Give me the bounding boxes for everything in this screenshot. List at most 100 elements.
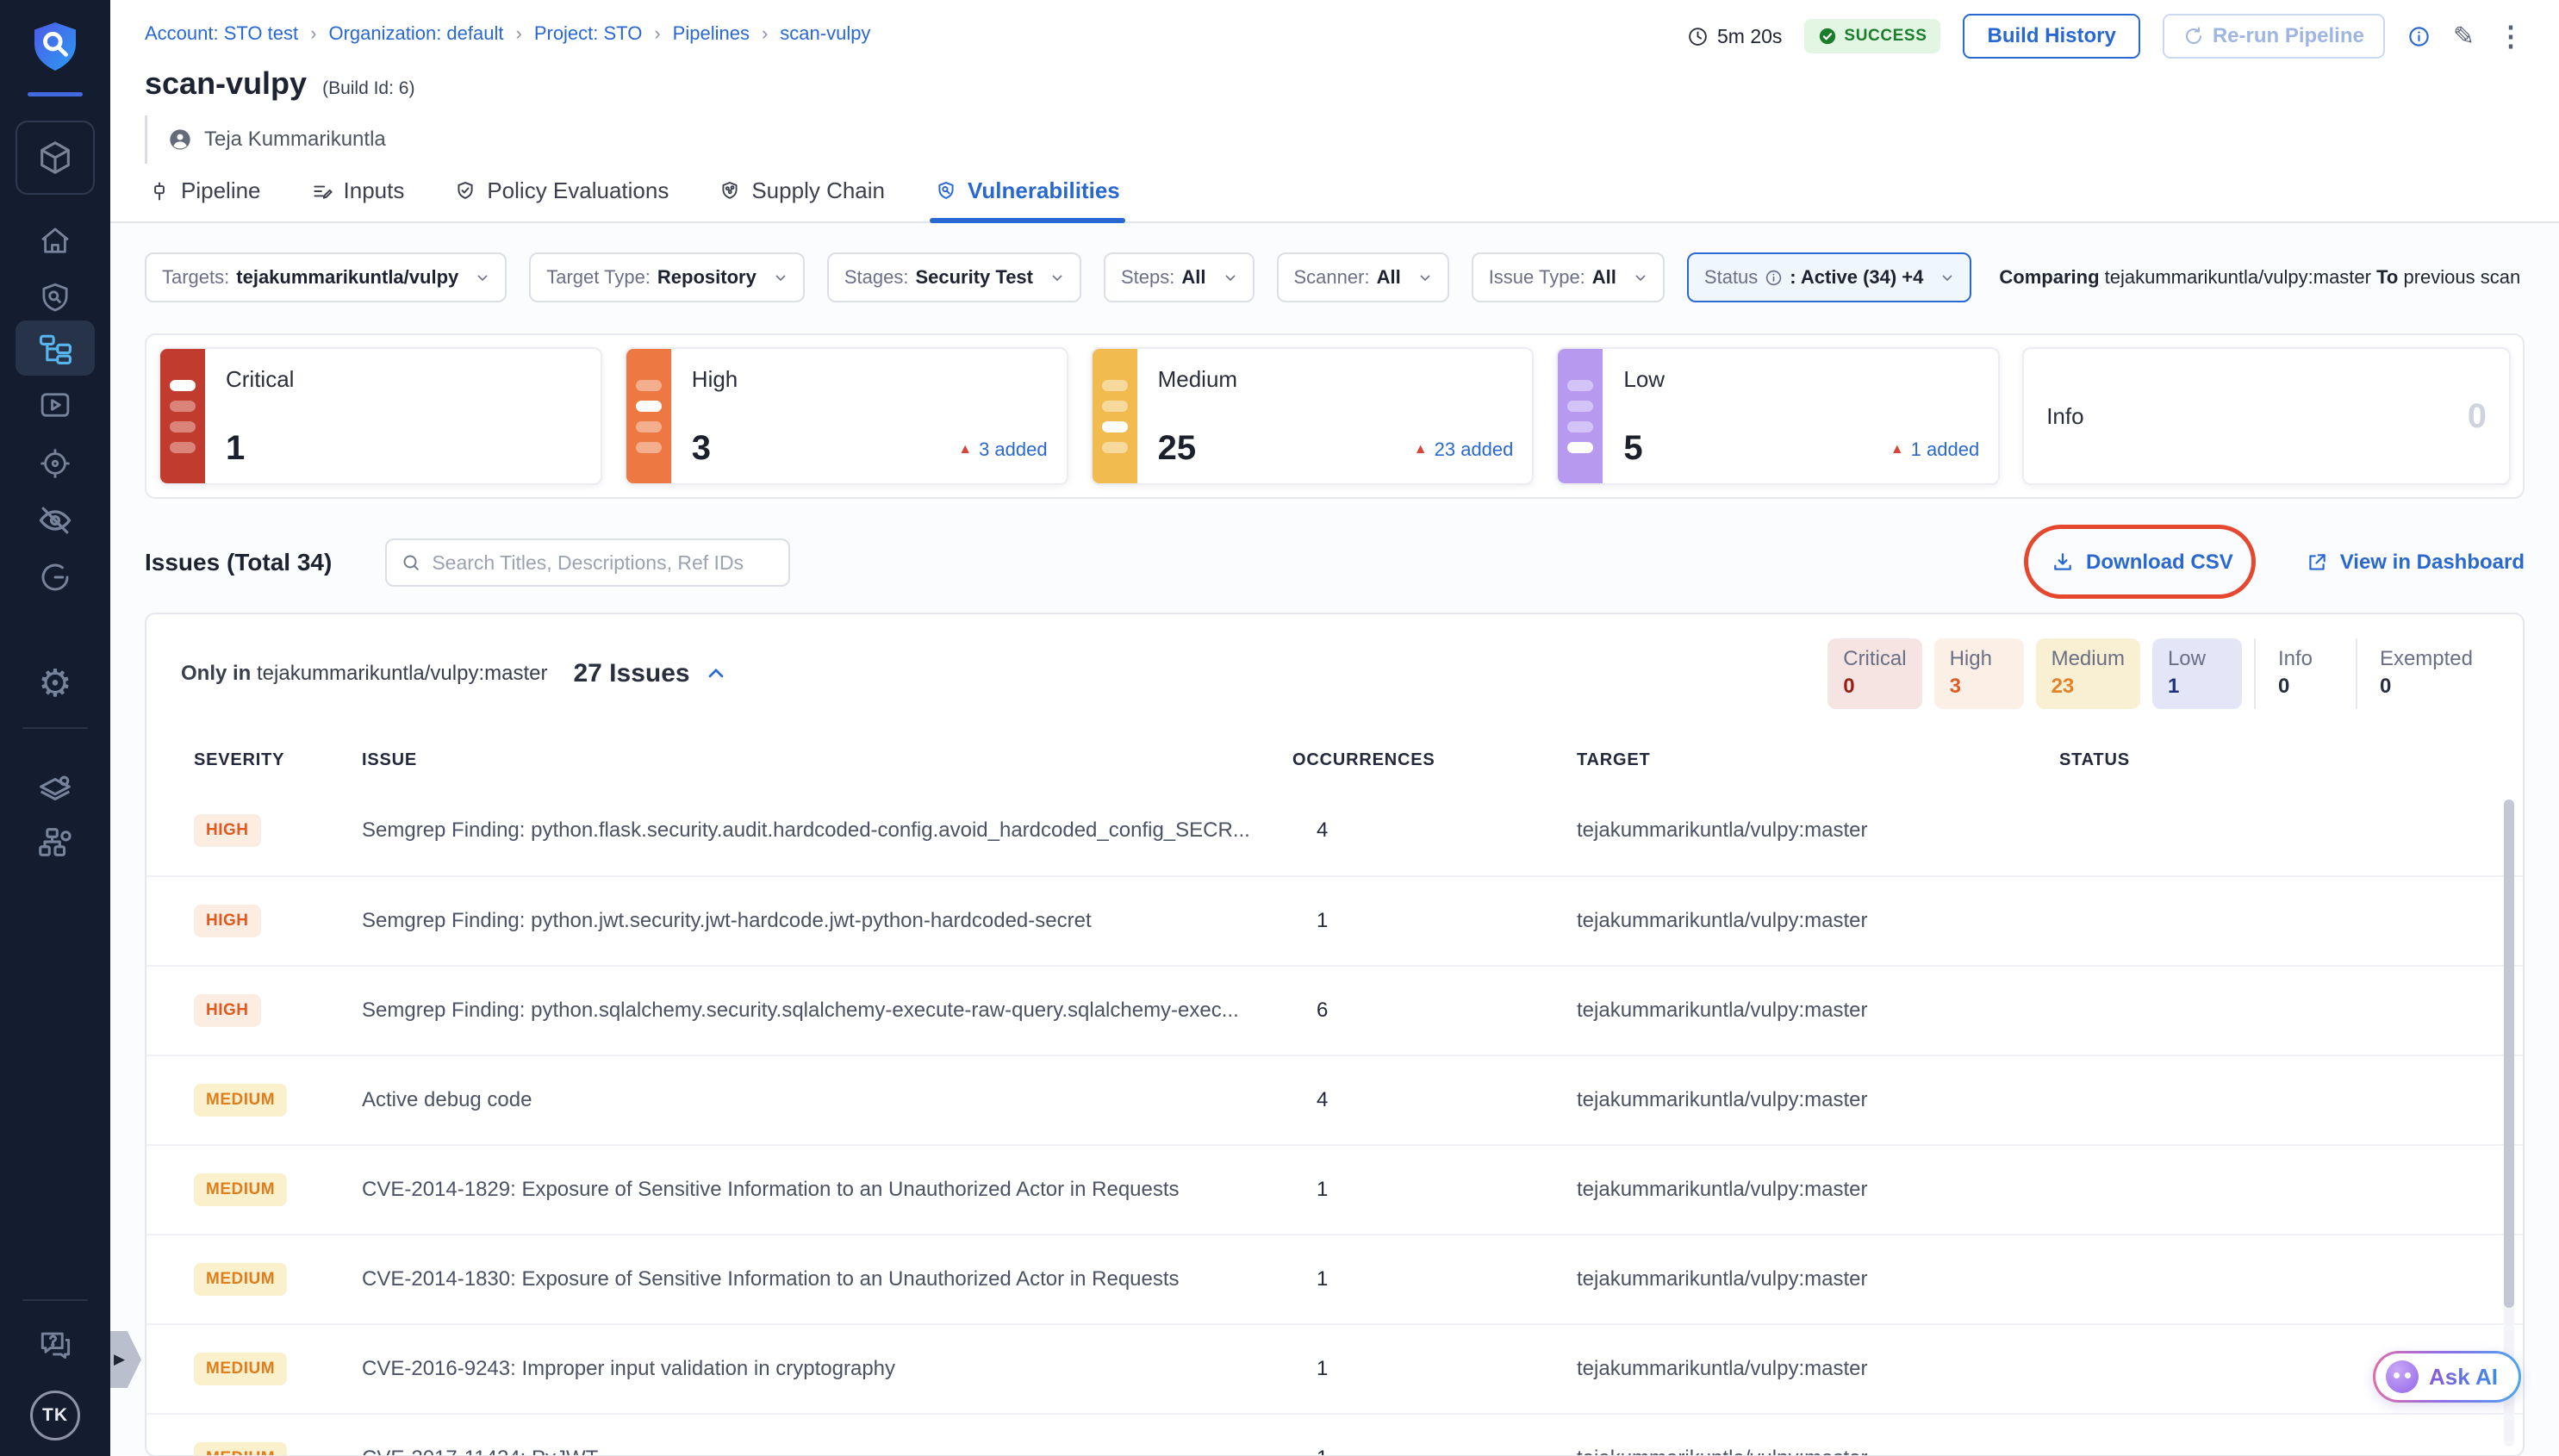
- added-indicator: ▲1 added: [1890, 439, 1979, 461]
- filter-value: All: [1181, 266, 1205, 289]
- card-label: Info: [2046, 403, 2083, 430]
- triangle-up-icon: ▲: [1414, 442, 1428, 457]
- sidebar-item-delegates[interactable]: [16, 820, 95, 865]
- home-icon: [37, 223, 73, 259]
- severity-chips: Critical 0 High 3 Medium 23 Low: [1827, 638, 2488, 709]
- severity-badge: MEDIUM: [194, 1442, 287, 1456]
- info-button[interactable]: [2407, 25, 2431, 48]
- chevron-down-icon: [772, 269, 789, 286]
- chip-label: High: [1950, 647, 2008, 671]
- table-row[interactable]: HIGH Semgrep Finding: python.flask.secur…: [146, 786, 2523, 875]
- filter-label: Issue Type:: [1489, 266, 1585, 289]
- breadcrumb-current[interactable]: scan-vulpy: [780, 22, 870, 45]
- view-in-dashboard-button[interactable]: View in Dashboard: [2306, 551, 2525, 575]
- collapse-group-button[interactable]: [704, 662, 728, 686]
- download-csv-button[interactable]: Download CSV: [2052, 551, 2233, 575]
- chip-exempted: Exempted 0: [2356, 638, 2488, 709]
- chip-medium: Medium 23: [2036, 638, 2140, 709]
- col-severity: SEVERITY: [194, 750, 362, 770]
- build-header: Account: STO test › Organization: defaul…: [110, 0, 2559, 164]
- filter-targets[interactable]: Targets: tejakummarikuntla/vulpy: [145, 252, 507, 302]
- occurrences-count: 1: [1292, 1357, 1577, 1381]
- sidebar-item-executions[interactable]: [16, 383, 95, 427]
- filter-issue-type[interactable]: Issue Type: All: [1472, 252, 1665, 302]
- chevron-down-icon: [1049, 269, 1066, 286]
- target-name: tejakummarikuntla/vulpy:master: [1577, 1357, 2059, 1381]
- filter-target-type[interactable]: Target Type: Repository: [529, 252, 805, 302]
- breadcrumb-project[interactable]: Project: STO: [534, 22, 643, 45]
- rerun-pipeline-button[interactable]: Re-run Pipeline: [2163, 14, 2385, 59]
- filter-scanner[interactable]: Scanner: All: [1277, 252, 1449, 302]
- table-row[interactable]: MEDIUM CVE-2017-11424: PyJWT... 1 tejaku…: [146, 1413, 2523, 1456]
- expand-arrow-icon: ▶: [114, 1351, 125, 1368]
- medium-strip-icon: [1093, 349, 1137, 483]
- shield-search-icon: [37, 280, 73, 316]
- sidebar-item-help[interactable]: [16, 1322, 95, 1366]
- sidebar-item-default-settings[interactable]: [16, 767, 95, 812]
- table-row[interactable]: MEDIUM CVE-2014-1829: Exposure of Sensit…: [146, 1144, 2523, 1234]
- filter-status[interactable]: Status : Active (34) +4: [1687, 252, 1971, 302]
- occurrences-count: 1: [1292, 909, 1577, 933]
- target-name: tejakummarikuntla/vulpy:master: [1577, 818, 2059, 843]
- filter-steps[interactable]: Steps: All: [1104, 252, 1255, 302]
- issues-search[interactable]: [385, 538, 790, 587]
- breadcrumb-pipelines[interactable]: Pipelines: [673, 22, 750, 45]
- filter-stages[interactable]: Stages: Security Test: [827, 252, 1081, 302]
- chip-label: Exempted: [2380, 647, 2473, 671]
- breadcrumb-account[interactable]: Account: STO test: [145, 22, 298, 45]
- author-name: Teja Kummarikuntla: [204, 128, 386, 152]
- filter-value: Security Test: [915, 266, 1033, 289]
- high-strip-icon: [626, 349, 671, 483]
- table-row[interactable]: HIGH Semgrep Finding: python.jwt.securit…: [146, 875, 2523, 965]
- sidebar-item-baselines[interactable]: [16, 498, 95, 543]
- view-in-dashboard-label: View in Dashboard: [2340, 551, 2525, 575]
- tab-inputs[interactable]: Inputs: [311, 177, 405, 221]
- table-row[interactable]: MEDIUM CVE-2014-1830: Exposure of Sensit…: [146, 1234, 2523, 1323]
- table-row[interactable]: MEDIUM Active debug code 4 tejakummariku…: [146, 1055, 2523, 1144]
- sidebar-divider-bottom: [22, 1299, 88, 1301]
- breadcrumb-separator: ›: [654, 22, 660, 45]
- tab-policy-evaluations[interactable]: Policy Evaluations: [454, 177, 669, 221]
- tab-supply-chain[interactable]: Supply Chain: [719, 177, 885, 221]
- low-card[interactable]: Low 5 ▲1 added: [1556, 347, 2000, 485]
- sidebar-item-token[interactable]: [16, 555, 95, 600]
- user-avatar[interactable]: TK: [30, 1391, 80, 1440]
- search-input[interactable]: [432, 551, 775, 575]
- severity-badge: MEDIUM: [194, 1263, 287, 1296]
- sidebar-item-targets[interactable]: [16, 441, 95, 486]
- ask-ai-button[interactable]: Ask AI: [2373, 1351, 2521, 1403]
- occurrences-count: 1: [1292, 1447, 1577, 1456]
- module-switcher-button[interactable]: [16, 121, 95, 195]
- sidebar-item-overview[interactable]: [16, 276, 95, 320]
- layers-gear-icon: [35, 769, 75, 809]
- ask-ai-label: Ask AI: [2429, 1364, 2498, 1391]
- sidebar-item-pipelines[interactable]: [16, 320, 95, 376]
- comparing-target: tejakummarikuntla/vulpy:master: [2105, 266, 2371, 288]
- supply-chain-shield-icon: [719, 180, 741, 202]
- high-card[interactable]: High 3 ▲3 added: [625, 347, 1068, 485]
- table-scrollbar-thumb[interactable]: [2504, 800, 2514, 1308]
- medium-card[interactable]: Medium 25 ▲23 added: [1091, 347, 1535, 485]
- breadcrumb-organization[interactable]: Organization: default: [328, 22, 503, 45]
- sidebar-item-settings[interactable]: ⚙: [16, 662, 95, 706]
- table-row[interactable]: HIGH Semgrep Finding: python.sqlalchemy.…: [146, 965, 2523, 1055]
- tab-pipeline[interactable]: Pipeline: [148, 177, 261, 221]
- table-row[interactable]: MEDIUM CVE-2016-9243: Improper input val…: [146, 1323, 2523, 1413]
- build-history-button[interactable]: Build History: [1963, 14, 2139, 59]
- sidebar-item-home[interactable]: [16, 219, 95, 264]
- tab-vulnerabilities[interactable]: Vulnerabilities: [935, 177, 1120, 221]
- inputs-tab-icon: [311, 180, 333, 202]
- network-gear-icon: [35, 823, 75, 862]
- issue-title: CVE-2014-1829: Exposure of Sensitive Inf…: [362, 1178, 1292, 1202]
- chip-label: Critical: [1843, 647, 1906, 671]
- download-csv-label: Download CSV: [2086, 551, 2233, 575]
- info-card[interactable]: Info 0: [2022, 347, 2511, 485]
- edit-pipeline-button[interactable]: ✎: [2453, 22, 2475, 52]
- severity-badge: MEDIUM: [194, 1173, 287, 1206]
- more-options-button[interactable]: ⋮: [2497, 20, 2525, 53]
- search-icon: [401, 552, 421, 573]
- chevron-down-icon: [474, 269, 491, 286]
- issue-title: CVE-2016-9243: Improper input validation…: [362, 1357, 1292, 1381]
- critical-card[interactable]: Critical 1: [159, 347, 602, 485]
- chevron-down-icon: [1222, 269, 1239, 286]
